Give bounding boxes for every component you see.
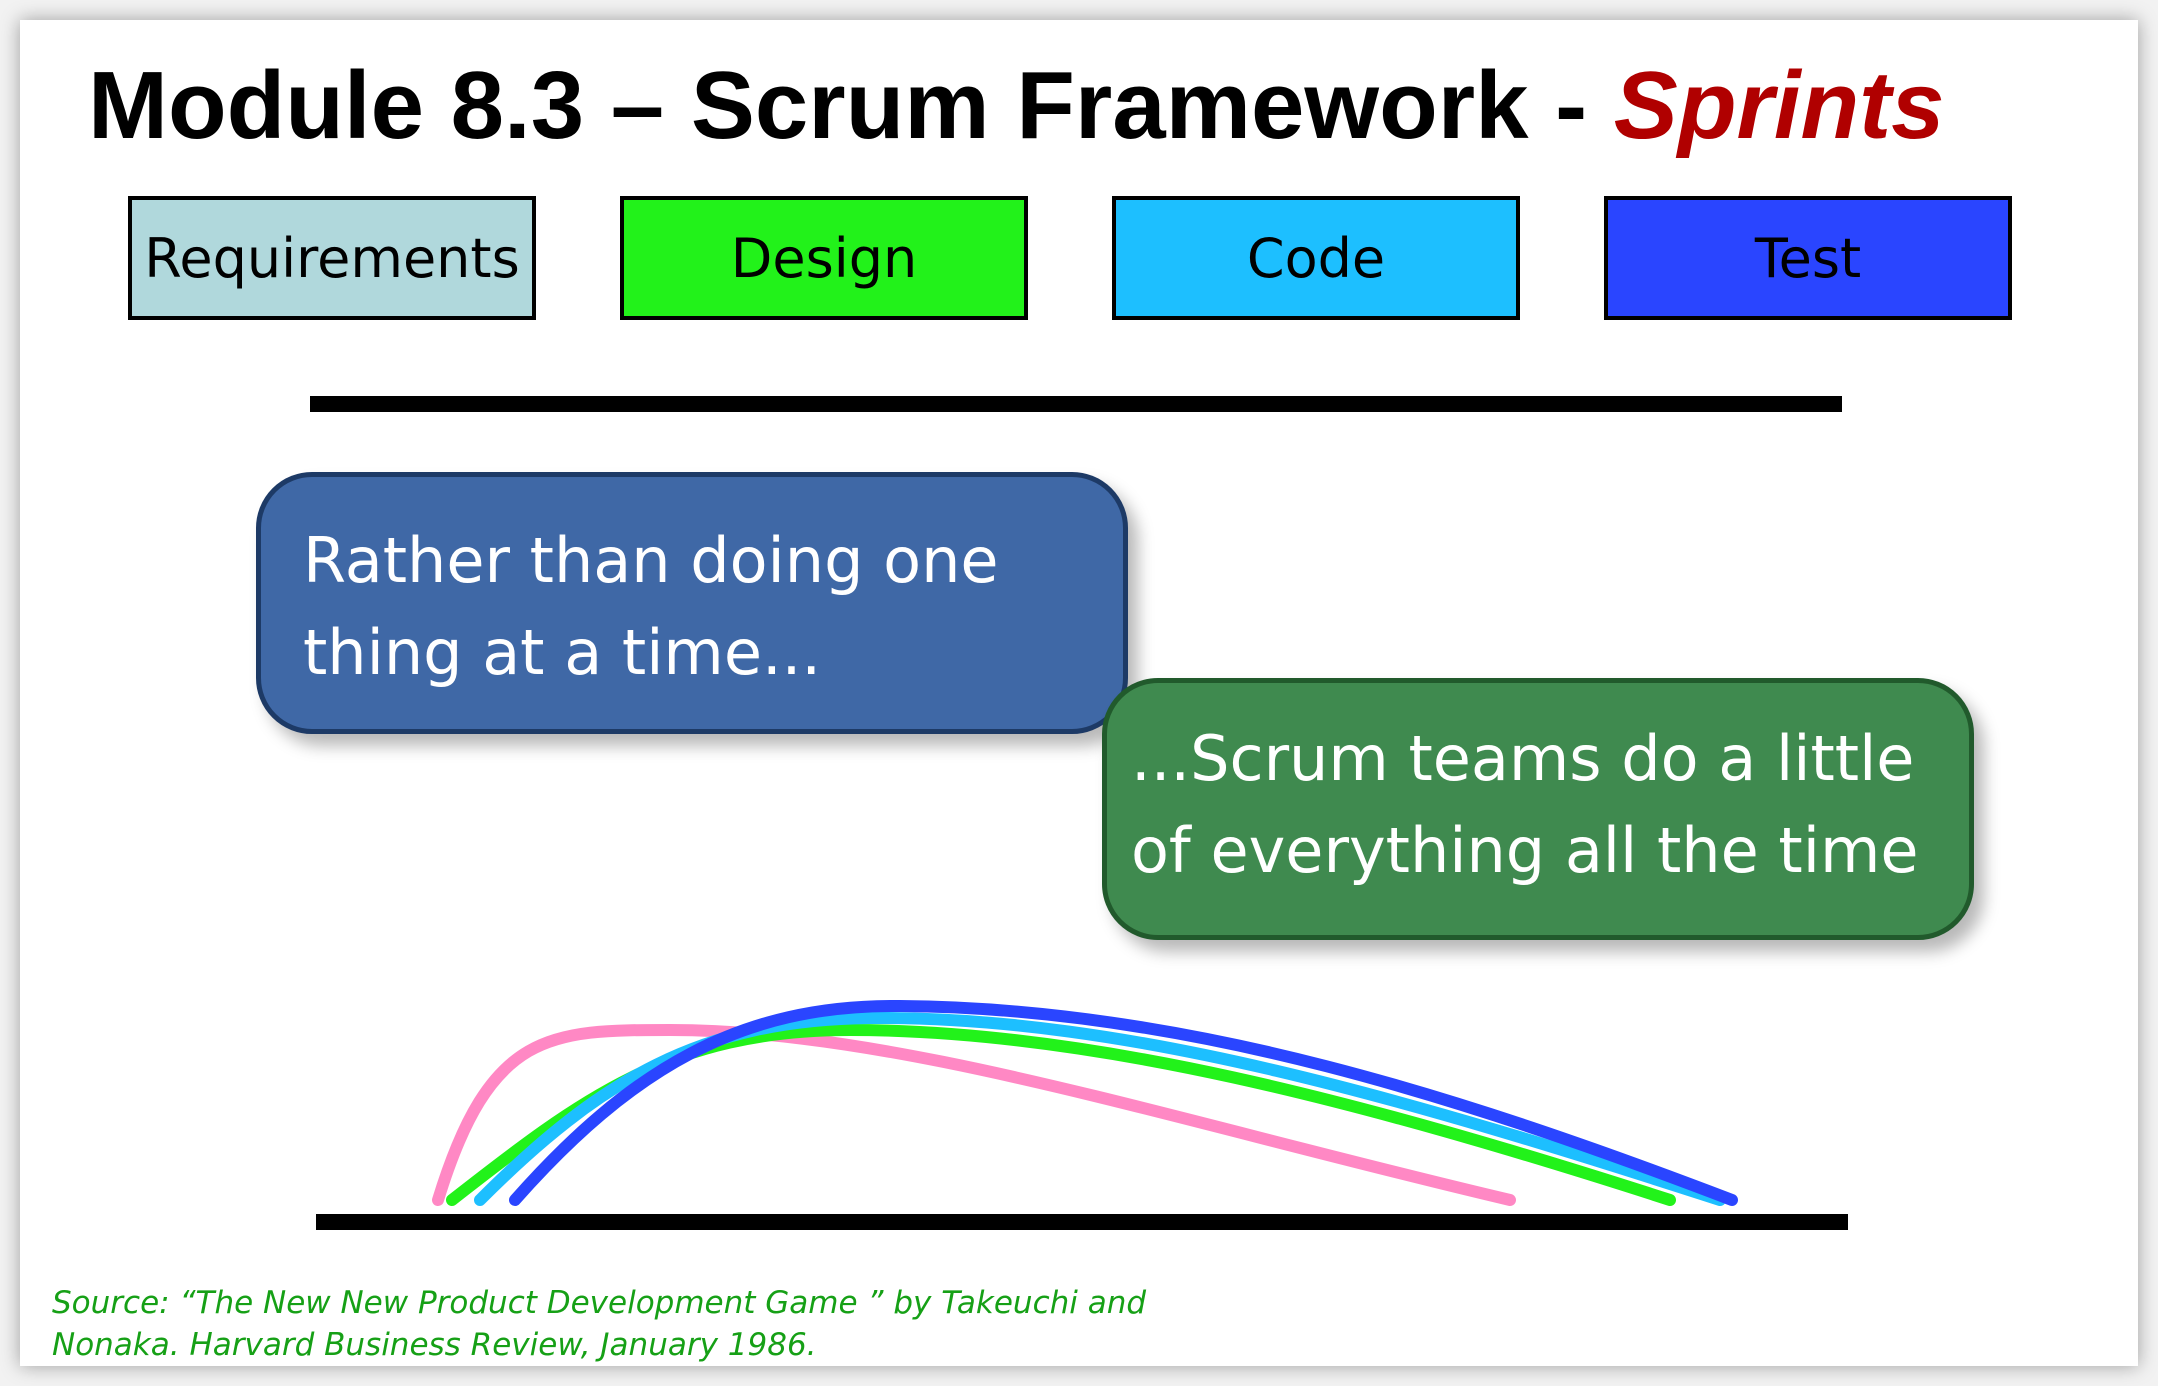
source-line2: Nonaka. Harvard Business Review, January… — [52, 1327, 817, 1363]
curve-code — [474, 1011, 1726, 1206]
scrum-timeline-line — [316, 1214, 1848, 1230]
source-citation: Source: “The New New Product Development… — [52, 1282, 1146, 1366]
source-line1: Source: “The New New Product Development… — [52, 1285, 1147, 1321]
slide: Module 8.3 – Scrum Framework - Sprints R… — [20, 20, 2138, 1366]
overlapping-phase-curves — [432, 999, 1738, 1206]
